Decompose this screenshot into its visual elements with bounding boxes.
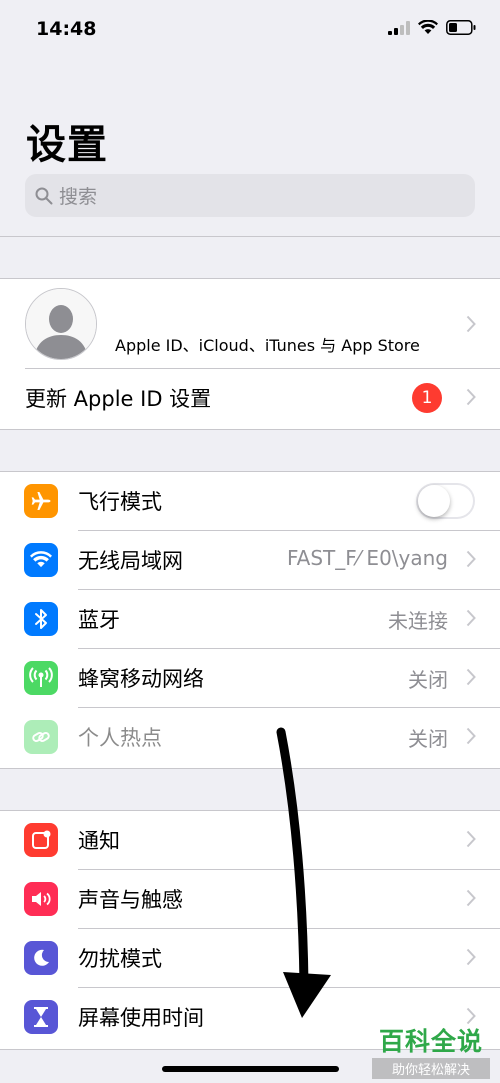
hourglass-icon bbox=[24, 1000, 58, 1034]
watermark-subtitle: 助你轻松解决 bbox=[372, 1058, 490, 1079]
bluetooth-label: 蓝牙 bbox=[78, 608, 120, 632]
hotspot-icon bbox=[24, 720, 58, 754]
notifications-icon bbox=[24, 823, 58, 857]
wifi-status-icon bbox=[418, 20, 438, 34]
search-placeholder: 搜索 bbox=[59, 186, 98, 208]
chevron-right-icon bbox=[466, 948, 476, 966]
cellular-label: 蜂窝移动网络 bbox=[78, 667, 204, 691]
account-group: Apple ID、iCloud、iTunes 与 App Store 更新 Ap… bbox=[0, 278, 500, 430]
airplane-mode-toggle[interactable] bbox=[416, 483, 475, 519]
personal-hotspot-label: 个人热点 bbox=[78, 726, 162, 750]
status-icons bbox=[388, 20, 476, 35]
person-silhouette-icon bbox=[26, 289, 96, 359]
notification-badge: 1 bbox=[412, 383, 442, 413]
bluetooth-row[interactable]: 蓝牙 未连接 bbox=[0, 590, 500, 649]
wifi-icon bbox=[24, 543, 58, 577]
notifications-label: 通知 bbox=[78, 829, 120, 853]
bluetooth-icon bbox=[24, 602, 58, 636]
chevron-right-icon bbox=[466, 550, 476, 568]
home-indicator[interactable] bbox=[162, 1066, 339, 1072]
chevron-right-icon bbox=[466, 668, 476, 686]
signal-icon bbox=[388, 20, 410, 35]
wifi-row[interactable]: 无线局域网 FAST_F⁄ E0\yang bbox=[0, 531, 500, 590]
page-title: 设置 bbox=[26, 122, 108, 168]
moon-icon bbox=[24, 941, 58, 975]
cellular-icon bbox=[24, 661, 58, 695]
chevron-right-icon bbox=[466, 727, 476, 745]
cellular-row[interactable]: 蜂窝移动网络 关闭 bbox=[0, 649, 500, 708]
apple-id-subtitle: Apple ID、iCloud、iTunes 与 App Store bbox=[115, 336, 420, 355]
chevron-right-icon bbox=[466, 889, 476, 907]
toggle-knob bbox=[418, 485, 450, 517]
chevron-right-icon bbox=[466, 315, 476, 333]
sound-icon bbox=[24, 882, 58, 916]
airplane-icon bbox=[24, 484, 58, 518]
watermark-logo: 百科全说 助你轻松解决 bbox=[372, 1022, 490, 1079]
personal-hotspot-row[interactable]: 个人热点 关闭 bbox=[0, 708, 500, 767]
search-icon bbox=[35, 187, 53, 204]
sounds-haptics-row[interactable]: 声音与触感 bbox=[0, 870, 500, 929]
status-time: 14:48 bbox=[36, 18, 97, 40]
chevron-right-icon bbox=[466, 830, 476, 848]
update-apple-id-label: 更新 Apple ID 设置 bbox=[25, 387, 212, 411]
watermark-title: 百科全说 bbox=[378, 1027, 483, 1056]
personal-hotspot-value: 关闭 bbox=[408, 727, 448, 751]
airplane-mode-row: 飞行模式 bbox=[0, 472, 500, 531]
bluetooth-status-value: 未连接 bbox=[388, 609, 448, 633]
do-not-disturb-row[interactable]: 勿扰模式 bbox=[0, 929, 500, 988]
notifications-row[interactable]: 通知 bbox=[0, 811, 500, 870]
chevron-right-icon bbox=[466, 609, 476, 627]
wifi-label: 无线局域网 bbox=[78, 549, 183, 573]
header-divider bbox=[0, 236, 500, 237]
avatar bbox=[25, 288, 97, 360]
chevron-right-icon bbox=[466, 388, 476, 406]
screen-time-label: 屏幕使用时间 bbox=[78, 1006, 204, 1030]
update-apple-id-row[interactable]: 更新 Apple ID 设置 1 bbox=[0, 369, 500, 429]
apple-id-profile-row[interactable]: Apple ID、iCloud、iTunes 与 App Store bbox=[0, 279, 500, 369]
general-group: 通知 声音与触感 勿扰模式 屏幕使用时间 bbox=[0, 810, 500, 1050]
wifi-network-value: FAST_F⁄ E0\yang bbox=[286, 546, 448, 570]
search-input[interactable]: 搜索 bbox=[25, 174, 475, 217]
cellular-status-value: 关闭 bbox=[408, 668, 448, 692]
airplane-mode-label: 飞行模式 bbox=[78, 490, 162, 514]
sounds-haptics-label: 声音与触感 bbox=[78, 888, 183, 912]
do-not-disturb-label: 勿扰模式 bbox=[78, 947, 162, 971]
status-bar: 14:48 bbox=[0, 0, 500, 60]
connectivity-group: 飞行模式 无线局域网 FAST_F⁄ E0\yang 蓝牙 未连接 蜂窝移动网络… bbox=[0, 471, 500, 769]
battery-icon bbox=[446, 20, 476, 35]
